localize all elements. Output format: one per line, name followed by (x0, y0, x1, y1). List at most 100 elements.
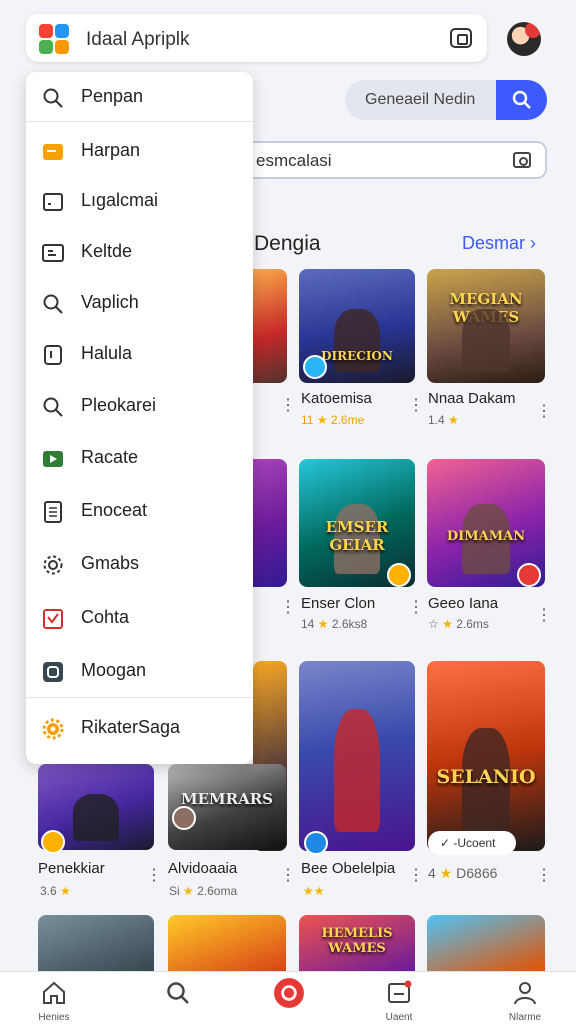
drawer-item-label: Lıgalcmai (81, 190, 159, 210)
record-icon (274, 978, 304, 1008)
drawer-item-9[interactable]: Gmabs (26, 539, 253, 589)
game-badge (517, 563, 541, 587)
drawer-item-5[interactable]: Halula (26, 329, 253, 379)
more-options-icon[interactable]: ⋮ (280, 398, 296, 414)
star-outline-icon: ☆ (428, 617, 439, 631)
game-name: Alvidoaaia (168, 860, 238, 877)
drawer-item-label: Pleokarei (81, 395, 157, 415)
game-rating: 11 ★ 2.6me (301, 413, 364, 427)
more-options-icon[interactable]: ⋮ (536, 608, 552, 624)
drawer-item-0[interactable]: Penpan (26, 72, 253, 122)
drawer-item-label: Racate (81, 447, 139, 467)
nav-search[interactable] (133, 972, 223, 1024)
game-rating: 14 ★ 2.6ks8 (301, 617, 367, 631)
nav-label: Henies (38, 1012, 70, 1023)
checkbox-icon (43, 609, 63, 629)
divider (26, 121, 253, 122)
screen-capture-icon[interactable] (450, 28, 472, 48)
drawer-item-label: RikaterSaga (81, 717, 181, 737)
top-app-bar: Idaal Apriplk (26, 14, 487, 62)
search-icon (512, 90, 531, 109)
section-link-label: Desmar (462, 233, 526, 253)
drawer-item-label: Keltde (81, 241, 133, 261)
game-name: Penekkiar (38, 860, 105, 877)
nav-profile[interactable]: Nlarme (480, 972, 570, 1024)
game-thumbnail[interactable]: SELANIO (427, 661, 545, 851)
home-icon (43, 981, 65, 1004)
game-thumbnail[interactable] (38, 915, 154, 971)
drawer-item-label: Harpan (81, 140, 141, 160)
drawer-item-2[interactable]: Lıgalcmai (26, 176, 253, 226)
avatar[interactable] (507, 22, 541, 56)
rating-value: Si (169, 884, 180, 898)
rating-value: 4 (428, 865, 436, 881)
rating-value: 11 (301, 413, 314, 427)
document-icon (44, 501, 62, 523)
drawer-item-10[interactable]: Cohta (26, 593, 253, 643)
nav-record[interactable] (244, 972, 334, 1024)
search-icon (167, 982, 189, 1004)
game-art-title: MEMRARS (180, 789, 274, 808)
navigation-drawer: Penpan Harpan Lıgalcmai Keltde Vaplich H… (26, 72, 253, 764)
search-button[interactable] (496, 80, 547, 120)
search-icon (43, 294, 63, 314)
game-thumbnail[interactable]: HEMELIS WAMES (299, 915, 415, 971)
more-options-icon[interactable]: ⋮ (146, 868, 162, 884)
game-badge (303, 355, 327, 379)
game-rating: ☆ ★ 2.6ms (428, 617, 489, 631)
camera-icon[interactable] (513, 152, 531, 168)
drawer-item-7[interactable]: Racate (26, 433, 253, 483)
drawer-item-label: Vaplich (81, 292, 139, 312)
drawer-item-12[interactable]: RikaterSaga (26, 703, 253, 753)
more-options-icon[interactable]: ⋮ (280, 600, 296, 616)
nav-home[interactable]: Henies (9, 972, 99, 1024)
drawer-item-11[interactable]: Moogan (26, 646, 253, 696)
game-name: Enser Clon (301, 595, 376, 612)
game-thumbnail[interactable]: MEGIAN WAMES (427, 269, 545, 383)
more-options-icon[interactable]: ⋮ (536, 868, 552, 884)
drawer-item-4[interactable]: Vaplich (26, 278, 253, 328)
game-thumbnail[interactable] (299, 661, 415, 851)
drawer-item-1[interactable]: Harpan (26, 126, 253, 176)
more-options-icon[interactable]: ⋮ (408, 600, 424, 616)
game-tag-label: -Ucoent (453, 836, 496, 850)
drawer-item-6[interactable]: Pleokarei (26, 381, 253, 431)
drawer-item-3[interactable]: Keltde (26, 227, 253, 277)
section-title: Dengia (254, 232, 321, 255)
filter-field[interactable]: esmcalasi (230, 141, 547, 179)
more-options-icon[interactable]: ⋮ (408, 868, 424, 884)
drawer-item-label: Gmabs (81, 553, 140, 573)
rating-count: 2.6ks8 (331, 617, 368, 631)
game-name: Nnaa Dakam (428, 390, 516, 407)
filter-field-value: esmcalasi (256, 151, 332, 170)
game-thumbnail[interactable] (168, 915, 286, 971)
section-see-more-link[interactable]: Desmar › (462, 233, 536, 254)
nav-inbox[interactable]: Uaent (354, 972, 444, 1024)
more-options-icon[interactable]: ⋮ (408, 398, 424, 414)
search-icon (43, 88, 63, 108)
file-icon (43, 193, 63, 211)
drawer-item-label: Enoceat (81, 500, 148, 520)
game-badge (304, 831, 328, 855)
star-icon: ★★ (303, 884, 325, 898)
more-options-icon[interactable]: ⋮ (536, 404, 552, 420)
rating-count: 2.6oma (197, 884, 238, 898)
game-thumbnail[interactable] (427, 915, 545, 971)
more-options-icon[interactable]: ⋮ (280, 868, 296, 884)
game-art-title: DIMAMAN (446, 529, 526, 545)
game-art-title: EMSER GEIAR (325, 517, 389, 554)
list-icon (42, 244, 64, 262)
nav-label: Uaent (385, 1012, 413, 1023)
game-art-title: HEMELIS WAMES (321, 926, 393, 957)
drawer-item-label: Cohta (81, 607, 130, 627)
game-name: Geeo Iana (428, 595, 499, 612)
rating-value: 3.6 (40, 884, 57, 898)
drawer-item-label: Moogan (81, 660, 147, 680)
star-icon: ★ (183, 884, 194, 898)
star-icon: ★ (439, 865, 453, 881)
drawer-item-label: Penpan (81, 86, 144, 106)
play-icon (43, 451, 63, 467)
drawer-item-8[interactable]: Enoceat (26, 486, 253, 536)
app-logo (39, 24, 69, 54)
bottom-navigation: Henies Uaent Nlarme (0, 971, 576, 1024)
